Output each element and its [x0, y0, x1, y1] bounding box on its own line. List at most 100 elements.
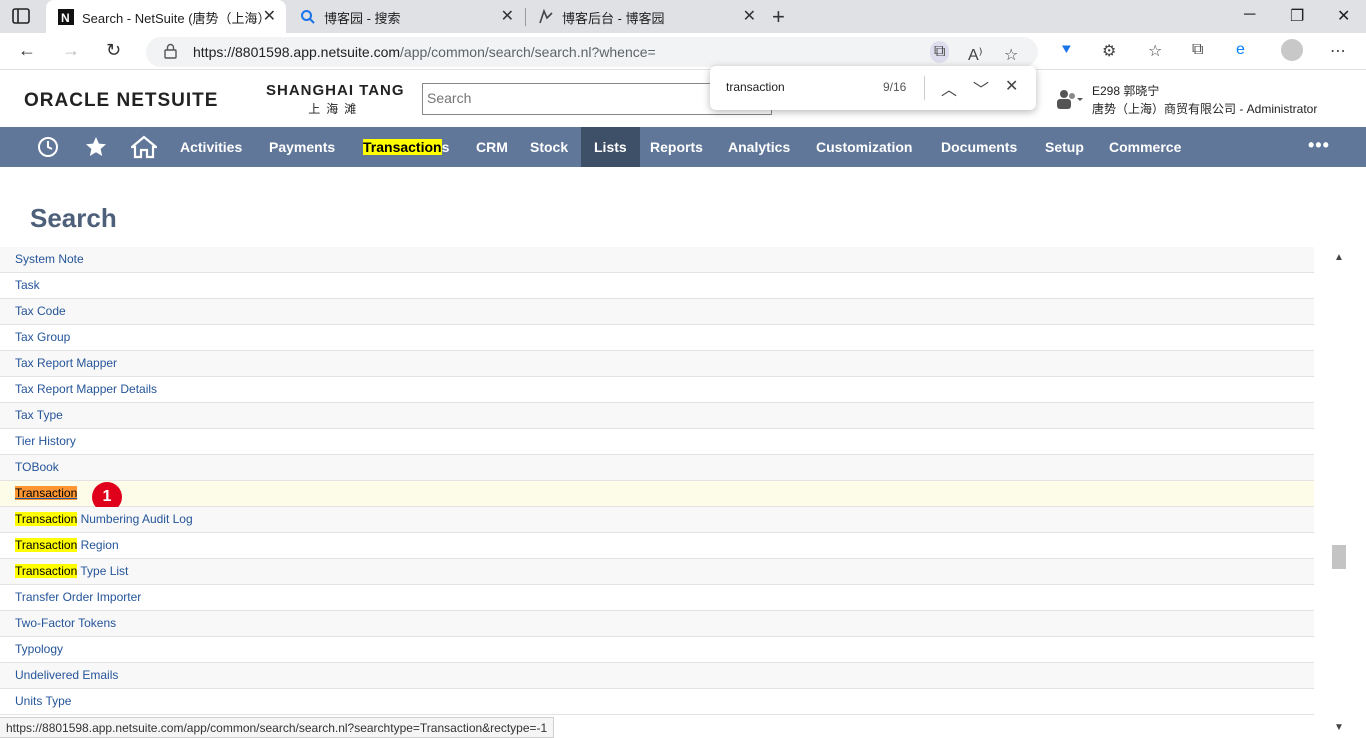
record-type-link[interactable]: Units Type	[15, 694, 71, 708]
record-type-label: Units Type	[15, 694, 72, 708]
close-tab-icon[interactable]: ✕	[501, 6, 514, 26]
shortcuts-star-icon[interactable]	[84, 135, 108, 159]
nav-stock[interactable]: Stock	[530, 127, 568, 167]
extensions-icon[interactable]: ⚙	[1102, 41, 1116, 61]
list-item: Transaction Numbering Audit Log	[0, 507, 1314, 533]
profile-avatar[interactable]	[1281, 39, 1303, 61]
find-highlight: Transaction	[15, 538, 78, 552]
nav-transactions-suffix: s	[441, 139, 450, 155]
record-type-link[interactable]: Two-Factor Tokens	[15, 616, 116, 630]
scroll-up-icon[interactable]: ▲	[1334, 252, 1344, 263]
list-item: Task	[0, 273, 1314, 299]
list-item: Tax Group	[0, 325, 1314, 351]
address-toolbar: ← → ↻ https://8801598.app.netsuite.com/a…	[0, 33, 1366, 70]
more-icon[interactable]: ⋯	[1330, 41, 1346, 61]
back-icon[interactable]: ←	[18, 40, 36, 61]
read-aloud-icon[interactable]: A⁾	[968, 45, 983, 65]
close-tab-icon[interactable]: ✕	[263, 6, 276, 26]
url-bar[interactable]: https://8801598.app.netsuite.com/app/com…	[146, 37, 1038, 67]
record-type-link[interactable]: Transaction Region	[15, 538, 119, 552]
home-icon[interactable]	[131, 135, 157, 159]
nav-commerce[interactable]: Commerce	[1109, 127, 1181, 167]
nav-customization[interactable]: Customization	[816, 127, 912, 167]
nav-setup[interactable]: Setup	[1045, 127, 1084, 167]
url-path: /app/common/search/search.nl?whence=	[400, 44, 656, 60]
record-type-list: System Note Task Tax Code Tax Group Tax Repo…	[0, 247, 1314, 715]
record-type-link[interactable]: Transaction Numbering Audit Log	[15, 512, 193, 526]
page-scrollbar[interactable]: ▲ ▼	[1329, 247, 1349, 738]
list-item: TOBook	[0, 455, 1314, 481]
record-type-label: Tax Group	[15, 330, 71, 344]
next-match-icon[interactable]: ﹀	[973, 76, 989, 100]
link-status-bar: https://8801598.app.netsuite.com/app/com…	[0, 717, 555, 738]
new-tab-icon[interactable]: +	[772, 4, 785, 30]
find-separator	[924, 76, 925, 100]
tab-actions-icon[interactable]	[12, 8, 30, 24]
forward-icon[interactable]: →	[62, 40, 80, 61]
more-menu-icon[interactable]: •••	[1308, 135, 1330, 156]
list-item: Units Type	[0, 689, 1314, 715]
svg-text:N: N	[61, 11, 70, 25]
nav-activities[interactable]: Activities	[180, 127, 242, 167]
record-type-link[interactable]: Tax Type	[15, 408, 63, 422]
favorites-icon[interactable]: ☆	[1148, 41, 1162, 61]
tab-title: 博客园 - 搜索	[324, 11, 401, 26]
reload-icon[interactable]: ↻	[106, 40, 121, 61]
nav-analytics[interactable]: Analytics	[728, 127, 790, 167]
netsuite-header: ORACLE NETSUITE SHANGHAI TANG 上海滩 E298 郭…	[0, 70, 1366, 127]
record-type-link[interactable]: Typology	[15, 642, 63, 656]
translate-icon[interactable]: ⧉	[930, 41, 950, 63]
user-info[interactable]: E298 郭晓宁 唐势（上海）商贸有限公司 - Administrator	[1092, 82, 1317, 118]
record-type-link[interactable]: Transaction Type List	[15, 564, 128, 578]
nav-payments[interactable]: Payments	[269, 127, 335, 167]
nav-crm[interactable]: CRM	[476, 127, 508, 167]
close-window-icon[interactable]: ✕	[1337, 6, 1350, 26]
nav-transactions[interactable]: Transactions	[363, 127, 449, 167]
find-highlight: Transaction	[15, 564, 78, 578]
record-type-label: Tax Type	[15, 408, 63, 422]
record-type-label: Undelivered Emails	[15, 668, 119, 682]
record-type-link[interactable]: TOBook	[15, 460, 59, 474]
list-item: Transaction Region	[0, 533, 1314, 559]
record-type-link[interactable]: Task	[15, 278, 40, 292]
record-type-label: System Note	[15, 252, 84, 266]
minimize-icon[interactable]: ─	[1244, 6, 1255, 24]
list-item: System Note	[0, 247, 1314, 273]
record-type-link[interactable]: Tier History	[15, 434, 76, 448]
tab-cnblogs-search[interactable]: 博客园 - 搜索 ✕	[288, 0, 524, 33]
close-find-icon[interactable]: ✕	[1005, 76, 1018, 96]
record-type-link[interactable]: Tax Report Mapper	[15, 356, 117, 370]
record-type-link[interactable]: Tax Report Mapper Details	[15, 382, 157, 396]
restore-icon[interactable]: ❐	[1290, 6, 1304, 26]
record-type-link[interactable]: Undelivered Emails	[15, 668, 118, 682]
nav-documents[interactable]: Documents	[941, 127, 1017, 167]
nav-lists[interactable]: Lists	[581, 127, 640, 167]
extension-badge-icon[interactable]: ⯆	[1060, 42, 1073, 60]
recent-records-icon[interactable]	[36, 135, 60, 159]
record-type-link[interactable]: Transaction	[15, 486, 78, 500]
lock-icon[interactable]	[164, 43, 177, 59]
record-type-link[interactable]: Tax Group	[15, 330, 70, 344]
record-type-link[interactable]: System Note	[15, 252, 84, 266]
find-input[interactable]: transaction	[726, 80, 785, 94]
record-type-label: Tax Code	[15, 304, 66, 318]
record-type-link[interactable]: Tax Code	[15, 304, 66, 318]
add-favorite-icon[interactable]: ☆	[1004, 45, 1018, 65]
edge-icon[interactable]: e	[1236, 41, 1245, 59]
url-host: https://8801598.app.netsuite.com	[193, 44, 401, 60]
scroll-down-icon[interactable]: ▼	[1334, 722, 1344, 733]
tab-netsuite[interactable]: N Search - NetSuite (唐势（上海） ✕	[46, 0, 286, 33]
previous-match-icon[interactable]: ︿	[941, 76, 957, 100]
user-roles-icon[interactable]	[1055, 88, 1085, 110]
close-tab-icon[interactable]: ✕	[743, 6, 756, 26]
nav-reports[interactable]: Reports	[650, 127, 703, 167]
list-item: Tax Report Mapper Details	[0, 377, 1314, 403]
record-type-link[interactable]: Transfer Order Importer	[15, 590, 141, 604]
list-item: Undelivered Emails	[0, 663, 1314, 689]
oracle-netsuite-logo[interactable]: ORACLE NETSUITE	[24, 90, 218, 112]
tab-cnblogs-admin[interactable]: 博客后台 - 博客园 ✕	[526, 0, 766, 33]
collections-icon[interactable]: ⧉	[1192, 41, 1203, 59]
browser-tabstrip: N Search - NetSuite (唐势（上海） ✕ 博客园 - 搜索 ✕…	[0, 0, 1366, 33]
scrollbar-thumb[interactable]	[1332, 545, 1346, 569]
record-type-label: TOBook	[15, 460, 59, 474]
